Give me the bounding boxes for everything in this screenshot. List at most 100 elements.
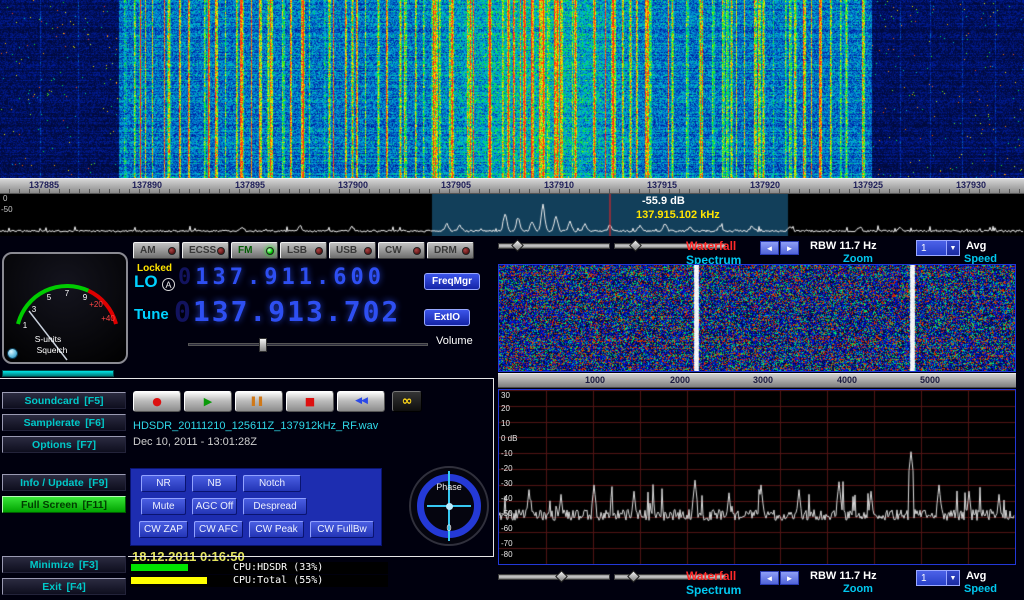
loop-button[interactable]: ∞ [392, 391, 422, 412]
spectrum-tab-bottom[interactable]: Spectrum [686, 583, 741, 597]
rewind-button[interactable]: ◀◀ [337, 391, 385, 412]
s-units-label: S-units [35, 334, 61, 344]
main-spectrum-canvas[interactable] [0, 194, 1024, 236]
freq-tick: 137920 [750, 180, 780, 190]
db-tick: -60 [501, 524, 513, 533]
freq-tick: 137925 [853, 180, 883, 190]
db-tick: 10 [501, 419, 510, 428]
play-button[interactable]: ▶ [184, 391, 232, 412]
lo-lock-badge[interactable]: A [162, 278, 175, 291]
rbw-readout: RBW 11.7 Hz [810, 240, 877, 252]
stop-icon: ■ [305, 396, 315, 407]
mode-am-button[interactable]: AM [133, 242, 180, 259]
phase-value: 0 [411, 523, 487, 533]
options-button[interactable]: Options[F7] [2, 436, 126, 453]
agc-off-button[interactable]: AGC Off [192, 498, 237, 515]
shift-arrows: ◄ ► [760, 241, 799, 255]
cw-peak-button[interactable]: CW Peak [249, 521, 304, 538]
speed-label-bottom: Speed [964, 583, 997, 595]
minimize-button[interactable]: Minimize[F3] [2, 556, 126, 573]
svg-text:9: 9 [83, 293, 88, 302]
af-spectrum-display[interactable] [498, 389, 1016, 565]
db-tick: -70 [501, 539, 513, 548]
play-icon: ▶ [204, 396, 212, 407]
soundcard-button[interactable]: Soundcard[F5] [2, 392, 126, 409]
samplerate-button[interactable]: Samplerate[F6] [2, 414, 126, 431]
tune-frequency-display[interactable]: 0137.913.702 [174, 295, 400, 328]
waterfall-upper-slider-bottom[interactable] [498, 574, 610, 580]
lo-frequency-display[interactable]: 0137.911.600 [178, 265, 385, 290]
extio-button[interactable]: ExtIO [424, 309, 470, 326]
dsp-panel: NR NB Notch Mute AGC Off Despread CW ZAP… [130, 468, 382, 546]
mode-lsb-button[interactable]: LSB [280, 242, 327, 259]
shift-left-button[interactable]: ◄ [760, 571, 779, 585]
mode-ecss-button[interactable]: ECSS [182, 242, 229, 259]
cw-zap-button[interactable]: CW ZAP [139, 521, 188, 538]
af-tick: 2000 [670, 375, 690, 385]
mode-led [413, 247, 421, 255]
wav-file-name: HDSDR_20111210_125611Z_137912kHz_RF.wav [133, 420, 378, 432]
despread-button[interactable]: Despread [243, 498, 307, 515]
mute-button[interactable]: Mute [141, 498, 186, 515]
main-spectrum-display[interactable]: 0 -50 -55.9 dB 137.915.102 kHz [0, 194, 1024, 236]
freqmgr-button[interactable]: FreqMgr [424, 273, 480, 290]
volume-slider-thumb[interactable] [259, 338, 267, 352]
dropdown-arrow-icon[interactable]: ▼ [946, 241, 959, 255]
main-waterfall-display[interactable] [0, 0, 1024, 178]
cpu-hdsdr-bar [131, 564, 188, 571]
info-update-button[interactable]: Info / Update[F9] [2, 474, 126, 491]
volume-slider[interactable] [188, 343, 428, 346]
db-tick: -30 [501, 479, 513, 488]
af-tick: 4000 [837, 375, 857, 385]
mode-cw-button[interactable]: CW [378, 242, 425, 259]
nr-button[interactable]: NR [141, 475, 186, 492]
record-button[interactable]: ● [133, 391, 181, 412]
waterfall-tab-bottom[interactable]: Waterfall [686, 569, 736, 583]
avg-select-bottom[interactable]: 1 ▼ [916, 570, 960, 586]
slider-thumb[interactable] [627, 570, 640, 583]
mode-usb-button[interactable]: USB [329, 242, 376, 259]
squelch-level-bar[interactable] [2, 370, 114, 377]
svg-text:5: 5 [47, 293, 52, 302]
cw-afc-button[interactable]: CW AFC [194, 521, 243, 538]
mode-led [315, 247, 323, 255]
mode-fm-button[interactable]: FM [231, 242, 278, 259]
strip-axis-top: 0 [3, 194, 7, 203]
waterfall-upper-slider[interactable] [498, 243, 610, 249]
tune-label: Tune [134, 306, 169, 323]
shift-right-button[interactable]: ► [780, 241, 799, 255]
shift-left-button[interactable]: ◄ [760, 241, 779, 255]
slider-thumb[interactable] [511, 239, 524, 252]
freq-tick: 137910 [544, 180, 574, 190]
shift-arrows-bottom: ◄ ► [760, 571, 799, 585]
fullscreen-button[interactable]: Full Screen[F11] [2, 496, 126, 513]
phase-dial[interactable]: Phase 0 [409, 466, 489, 546]
cpu-hdsdr-row: CPU:HDSDR (33%) [130, 562, 388, 574]
nb-button[interactable]: NB [192, 475, 237, 492]
slider-thumb[interactable] [629, 239, 642, 252]
mode-drm-button[interactable]: DRM [427, 242, 474, 259]
shift-right-button[interactable]: ► [780, 571, 799, 585]
mode-led [266, 247, 274, 255]
pause-button[interactable]: ▌▌ [235, 391, 283, 412]
divider [0, 378, 494, 379]
af-tick: 1000 [585, 375, 605, 385]
notch-button[interactable]: Notch [243, 475, 301, 492]
af-tick: 5000 [920, 375, 940, 385]
cpu-total-bar [131, 577, 207, 584]
cpu-total-row: CPU:Total (55%) [130, 575, 388, 587]
exit-button[interactable]: Exit[F4] [2, 578, 126, 595]
left-arrow-icon: ◄ [766, 244, 774, 253]
db-tick: -80 [501, 550, 513, 559]
divider [493, 378, 494, 557]
frequency-scale[interactable]: 137885 137890 137895 137900 137905 13791… [0, 178, 1024, 194]
squelch-knob[interactable] [7, 348, 18, 359]
waterfall-tab[interactable]: Waterfall [686, 239, 736, 253]
stop-button[interactable]: ■ [286, 391, 334, 412]
af-waterfall-display[interactable] [498, 264, 1016, 372]
slider-thumb[interactable] [555, 570, 568, 583]
dropdown-arrow-icon[interactable]: ▼ [946, 571, 959, 585]
avg-label-bottom: Avg [966, 570, 986, 582]
avg-select[interactable]: 1 ▼ [916, 240, 960, 256]
cw-fullbw-button[interactable]: CW FullBw [310, 521, 374, 538]
